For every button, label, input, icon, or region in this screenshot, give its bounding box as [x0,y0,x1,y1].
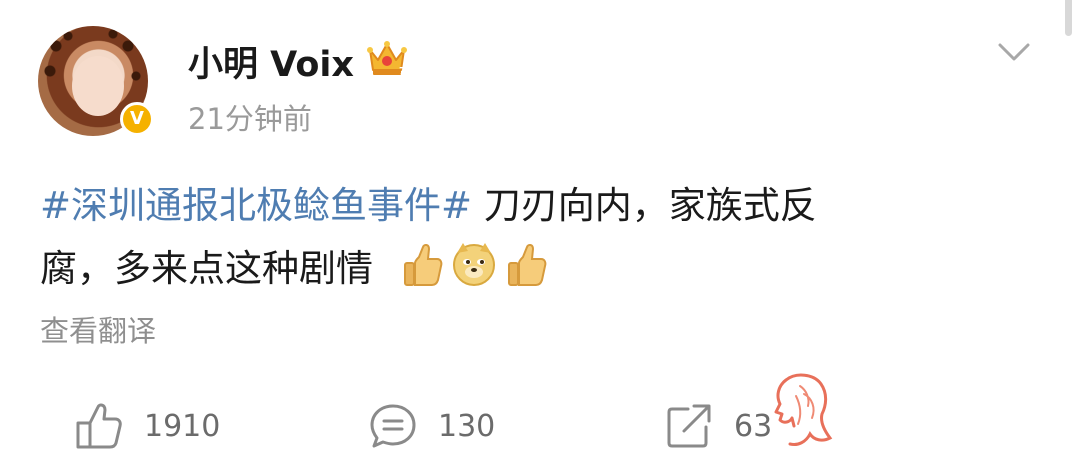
thumbs-up-icon [508,243,547,286]
hashtag-link[interactable]: #深圳通报北极鲶鱼事件# [40,184,472,227]
like-button[interactable]: 1910 [74,398,220,454]
doge-icon [453,243,495,286]
thumbs-up-icon [404,243,443,286]
comment-count: 130 [438,408,496,444]
woman-profile-watermark-icon [774,373,833,446]
share-button[interactable]: 63 [664,398,772,454]
translate-link[interactable]: 查看翻译 [40,308,156,350]
chevron-down-icon[interactable] [996,40,1032,64]
comment-icon [370,404,416,448]
svg-text:7: 7 [399,66,406,77]
post-timestamp: 21分钟前 [188,102,312,136]
weibo-post-card: V 小明 Voix 7 21分钟前 #深圳通报北极鲶鱼事件# 刀刃向内，家族式反… [0,0,1080,462]
share-icon [667,404,711,448]
post-text-line2: 腐，多来点这种剧情 [40,247,373,290]
like-icon [76,403,122,449]
comment-button[interactable]: 130 [368,398,495,454]
like-count: 1910 [144,408,221,444]
scrollbar[interactable] [1065,0,1072,36]
verified-badge: V [120,102,154,136]
post-text-line1: 刀刃向内，家族式反 [472,184,817,227]
crown-icon: 7 [367,41,407,77]
username[interactable]: 小明 Voix [188,36,354,87]
post-content: #深圳通报北极鲶鱼事件# 刀刃向内，家族式反腐，多来点这种剧情 [40,174,1000,300]
